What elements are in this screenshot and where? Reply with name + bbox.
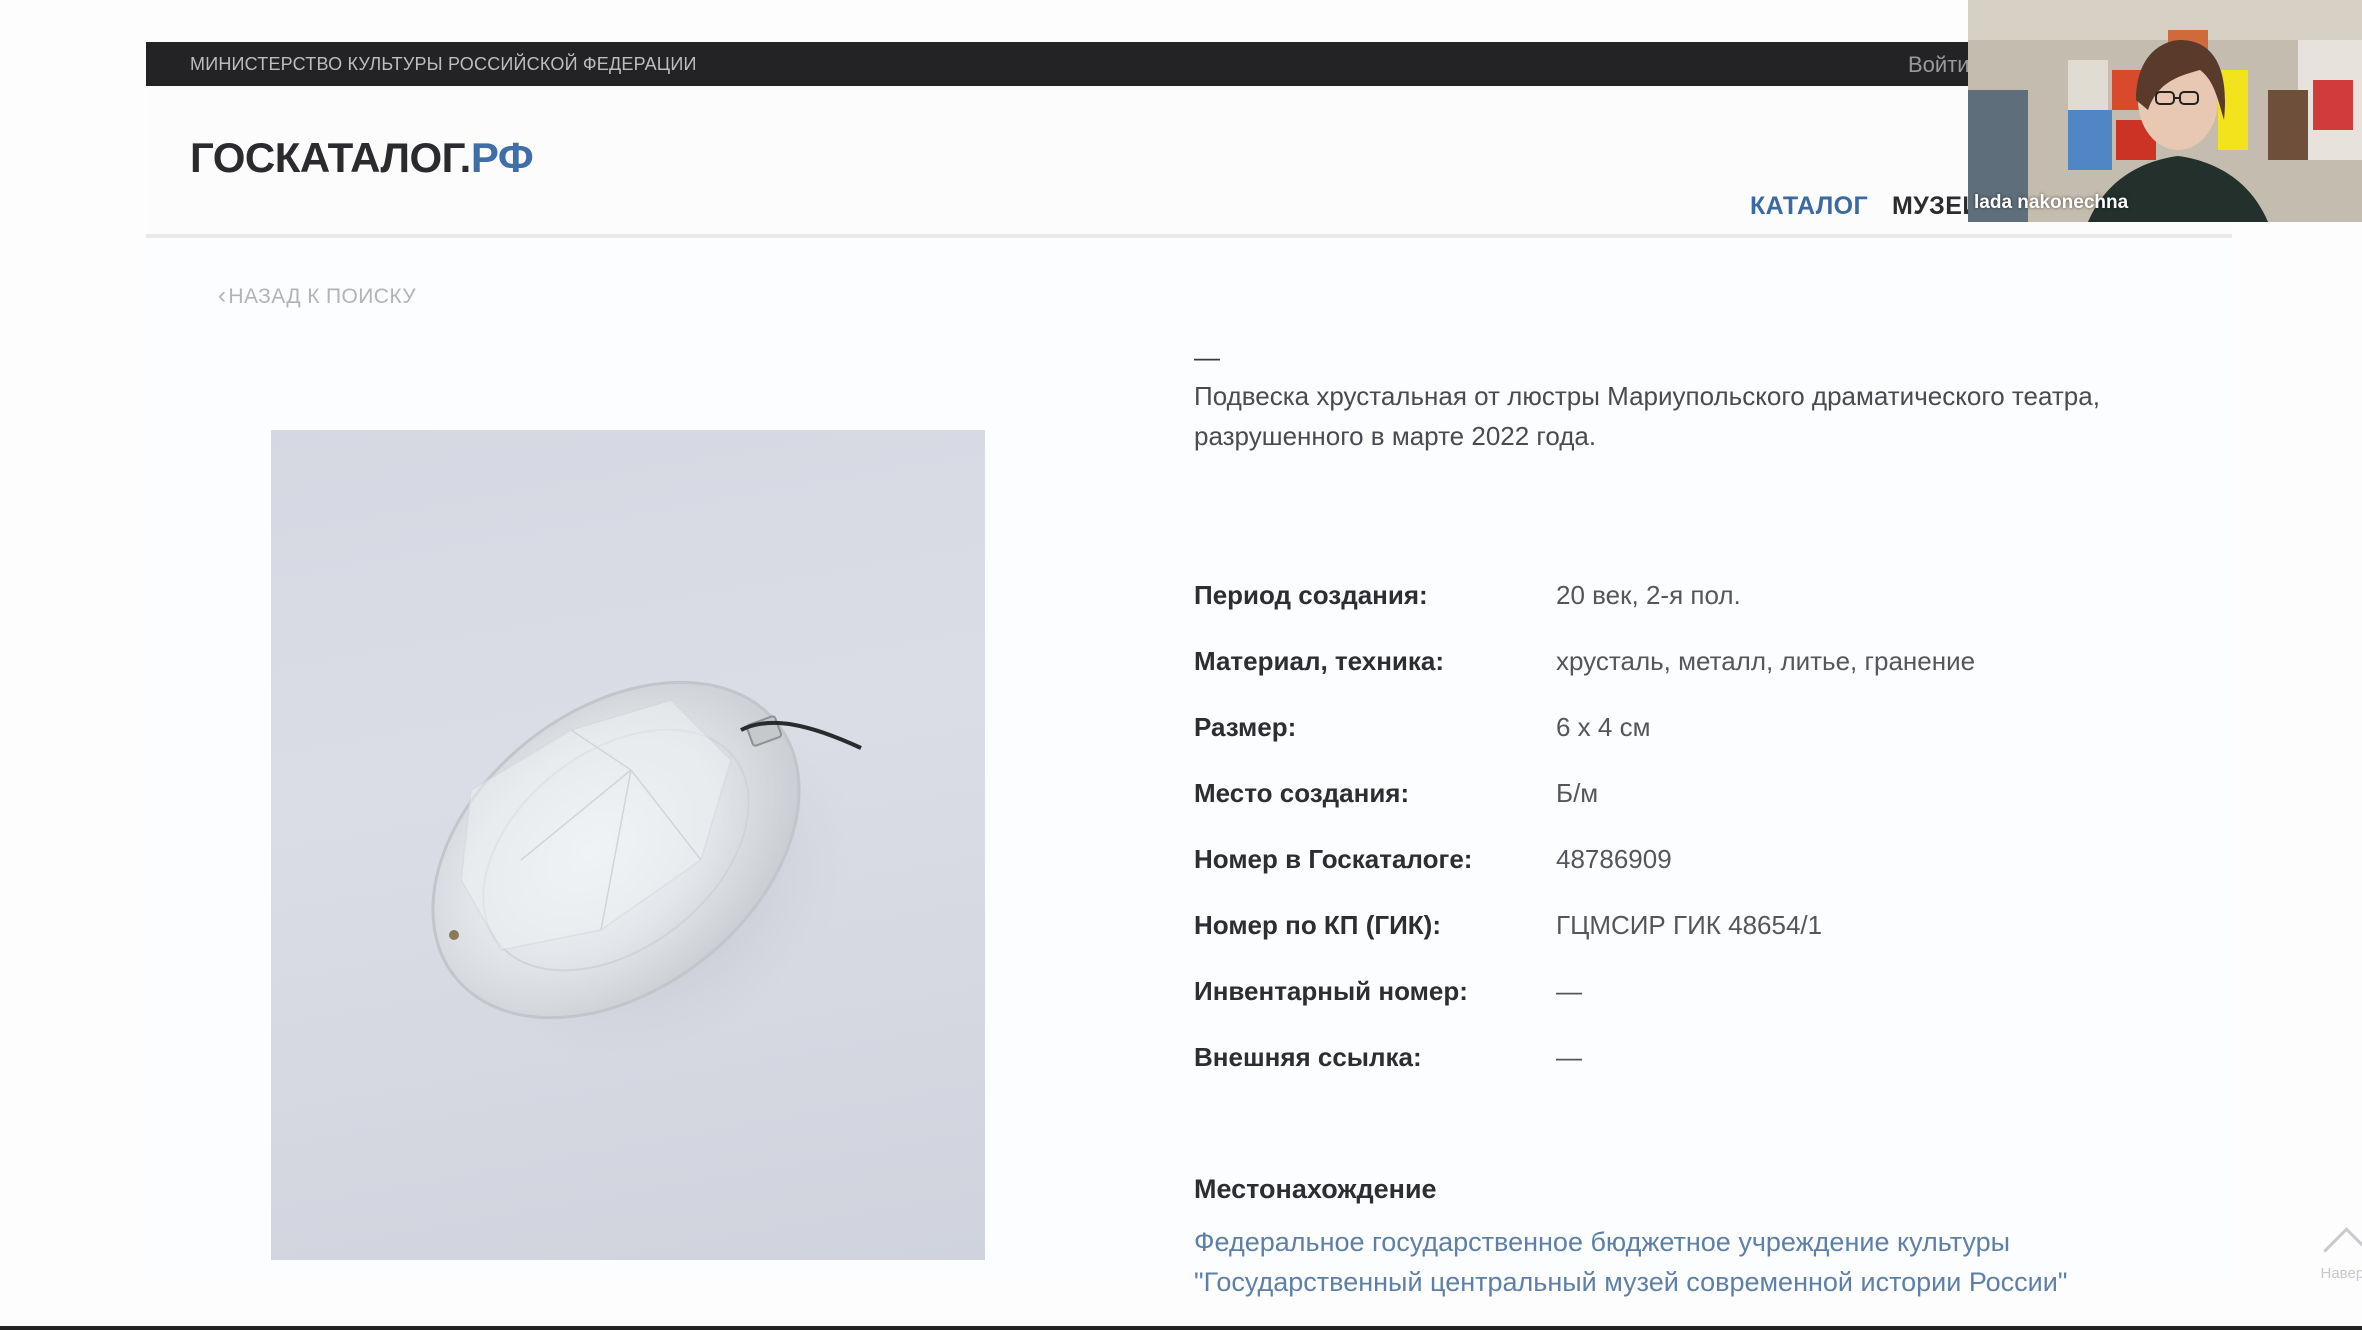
participant-video-tile[interactable]: lada nakonechna — [1968, 0, 2362, 222]
ministry-bar: МИНИСТЕРСТВО КУЛЬТУРЫ РОССИЙСКОЙ ФЕДЕРАЦ… — [146, 42, 2232, 86]
back-to-search-link[interactable]: ‹НАЗАД К ПОИСКУ — [218, 282, 416, 310]
object-description: Подвеска хрустальная от люстры Мариуполь… — [1194, 381, 2100, 451]
chevron-left-icon: ‹ — [218, 282, 227, 309]
property-value: — — [1556, 976, 1582, 1006]
property-row: Внешняя ссылка: — — [1194, 1042, 2194, 1082]
property-row: Материал, техника: хрусталь, металл, лит… — [1194, 646, 2194, 686]
property-label: Инвентарный номер: — [1194, 976, 1468, 1006]
property-label: Место создания: — [1194, 778, 1410, 808]
object-photo[interactable] — [271, 430, 985, 1260]
location-title: Местонахождение — [1194, 1174, 1437, 1204]
goskatalog-page: МИНИСТЕРСТВО КУЛЬТУРЫ РОССИЙСКОЙ ФЕДЕРАЦ… — [146, 42, 2362, 1297]
property-row: Размер: 6 х 4 см — [1194, 712, 2194, 752]
property-row: Место создания: Б/м — [1194, 778, 2194, 818]
nav-catalog[interactable]: КАТАЛОГ — [1750, 192, 1868, 221]
property-row: Инвентарный номер: — — [1194, 976, 2194, 1016]
screen-bottom-border — [0, 1326, 2362, 1330]
property-label: Период создания: — [1194, 580, 1428, 610]
login-link[interactable]: Войти — [1908, 52, 1970, 78]
screen: МИНИСТЕРСТВО КУЛЬТУРЫ РОССИЙСКОЙ ФЕДЕРАЦ… — [0, 0, 2362, 1330]
participant-video-feed — [1968, 0, 2362, 222]
object-dash: — — [1194, 342, 1220, 372]
participant-name: lada nakonechna — [1974, 192, 2129, 213]
property-row: Номер в Госкаталоге: 48786909 — [1194, 844, 2194, 884]
crystal-pendant-image — [431, 680, 862, 1063]
property-value: хрусталь, металл, литье, гранение — [1556, 646, 1976, 676]
site-header: ГОСКАТАЛОГ.РФ КАТАЛОГ МУЗЕИ — [146, 86, 2232, 238]
logo-main-text: ГОСКАТАЛОГ. — [190, 134, 471, 181]
site-logo[interactable]: ГОСКАТАЛОГ.РФ — [190, 134, 534, 182]
scroll-up-button[interactable]: Наверх — [2318, 1227, 2362, 1292]
property-value: 48786909 — [1556, 844, 1672, 874]
property-value: ГЦМСИР ГИК 48654/1 — [1556, 910, 1823, 940]
property-value: — — [1556, 1042, 1582, 1072]
property-label: Внешняя ссылка: — [1194, 1042, 1422, 1072]
property-value: Б/м — [1556, 778, 1599, 808]
logo-suffix-text: РФ — [470, 134, 534, 181]
property-label: Материал, техника: — [1194, 646, 1445, 676]
property-value: 20 век, 2-я пол. — [1556, 580, 1741, 610]
property-row: Номер по КП (ГИК): ГЦМСИР ГИК 48654/1 — [1194, 910, 2194, 950]
property-label: Номер по КП (ГИК): — [1194, 910, 1441, 940]
ministry-text: МИНИСТЕРСТВО КУЛЬТУРЫ РОССИЙСКОЙ ФЕДЕРАЦ… — [190, 54, 697, 74]
location-museum-link[interactable]: Федеральное государственное бюджетное уч… — [1194, 1222, 2174, 1302]
property-label: Номер в Госкаталоге: — [1194, 844, 1473, 874]
back-to-search-label: НАЗАД К ПОИСКУ — [228, 285, 416, 308]
property-value: 6 х 4 см — [1556, 712, 1651, 742]
property-label: Размер: — [1194, 712, 1297, 742]
property-row: Период создания: 20 век, 2-я пол. — [1194, 580, 2194, 620]
